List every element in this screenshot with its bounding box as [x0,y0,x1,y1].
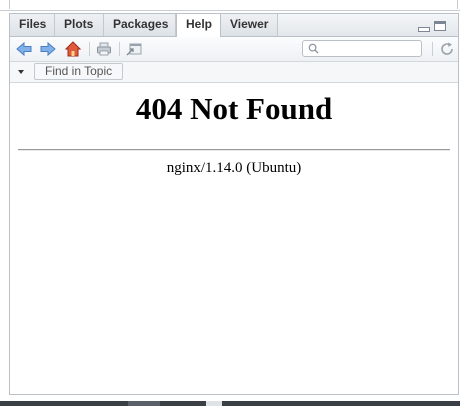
tab-viewer[interactable]: Viewer [221,14,278,36]
back-arrow-icon[interactable] [16,41,32,57]
help-search-field[interactable] [302,40,422,57]
toolbar-separator [432,42,433,56]
help-search-input[interactable] [323,42,418,55]
pane-tabbar: Files Plots Packages Help Viewer [10,14,458,37]
tab-help[interactable]: Help [176,14,221,37]
topic-dropdown-icon[interactable] [18,70,24,74]
forward-arrow-icon[interactable] [40,41,56,57]
tab-files[interactable]: Files [10,14,55,36]
help-toolbar [10,37,458,62]
print-icon[interactable] [96,41,112,57]
open-in-window-icon[interactable] [126,41,142,57]
tab-plots[interactable]: Plots [55,14,104,36]
divider [18,149,450,151]
help-pane: Files Plots Packages Help Viewer Find in… [9,13,459,395]
find-in-topic-field[interactable]: Find in Topic [34,63,124,80]
help-subbar: Find in Topic [10,62,458,83]
help-content: 404 Not Found nginx/1.14.0 (Ubuntu) [10,83,458,394]
toolbar-separator [89,42,90,56]
home-icon[interactable] [65,41,81,57]
refresh-icon[interactable] [439,41,455,57]
tab-packages[interactable]: Packages [104,14,176,36]
toolbar-separator [119,42,120,56]
top-pane-edge [0,0,460,11]
search-icon [308,43,319,54]
page-title: 404 Not Found [135,91,333,126]
maximize-pane-icon[interactable] [434,21,446,31]
bottom-pane-edge [0,401,460,406]
minimize-pane-icon[interactable] [418,27,430,32]
server-signature: nginx/1.14.0 (Ubuntu) [166,160,302,176]
